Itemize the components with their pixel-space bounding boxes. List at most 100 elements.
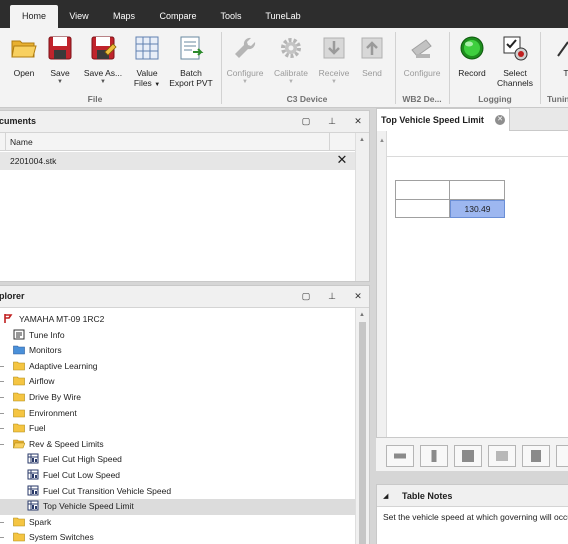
tree-item[interactable]: Top Vehicle Speed Limit: [0, 499, 355, 515]
tree-item[interactable]: Environment: [0, 406, 355, 422]
scroll-up-icon[interactable]: ▲: [377, 131, 387, 151]
tree-item-label: System Switches: [29, 532, 94, 543]
value-files-button[interactable]: Value Files ▼: [128, 32, 166, 92]
group-label-tuning: Tunin: [547, 94, 568, 104]
record-button[interactable]: Record: [452, 32, 492, 92]
tree-item[interactable]: Airflow: [0, 374, 355, 390]
tree-item-label: Fuel Cut High Speed: [43, 454, 122, 465]
tree-item[interactable]: Fuel Cut High Speed: [0, 452, 355, 468]
more-button[interactable]: [556, 445, 568, 467]
group-label-wb2: WB2 De...: [402, 94, 442, 104]
import-button[interactable]: [522, 445, 550, 467]
table-value-cell[interactable]: 130.49: [450, 200, 505, 218]
tree-item[interactable]: Drive By Wire: [0, 390, 355, 406]
editor-tab-strip: Top Vehicle Speed Limit ✕: [376, 108, 568, 131]
batch-export-pvt-button[interactable]: Batch Export PVT: [168, 32, 214, 92]
restore-icon[interactable]: ▢: [299, 289, 313, 303]
tree-item-label: Tune Info: [29, 329, 65, 340]
group-separator: [449, 32, 450, 104]
save-label: Save: [50, 68, 70, 78]
tree-item[interactable]: Fuel Cut Low Speed: [0, 468, 355, 484]
editor-toolbar: [376, 437, 568, 471]
group-separator: [395, 32, 396, 104]
folder-icon: [13, 360, 25, 371]
group-separator: [540, 32, 541, 104]
ribbon: Open Save ▼ Save As... ▼ Value Files ▼ B…: [0, 28, 568, 108]
wb2-configure-button[interactable]: Configure: [400, 32, 444, 92]
tree-item[interactable]: System Switches: [0, 530, 355, 544]
save-button[interactable]: Save ▼: [40, 32, 80, 92]
scroll-thumb[interactable]: [359, 322, 366, 544]
tree-item[interactable]: Fuel Cut Transition Vehicle Speed: [0, 484, 355, 500]
floppy-disk-icon: [48, 36, 72, 60]
table-icon: [27, 469, 39, 480]
tree-connector: [0, 412, 4, 414]
document-row[interactable]: 2201004.stk ✕: [0, 152, 369, 170]
tree-item-label: Fuel Cut Low Speed: [43, 470, 121, 480]
calibrate-button[interactable]: Calibrate ▼: [270, 32, 312, 92]
chevron-down-icon: ▼: [288, 79, 294, 85]
tree-item[interactable]: Tune Info: [0, 328, 355, 344]
folder-blue-icon: [13, 344, 25, 355]
tree-connector: [0, 443, 4, 445]
pin-icon[interactable]: ⊥: [325, 289, 339, 303]
tab-compare[interactable]: Compare: [153, 5, 203, 28]
tree-item[interactable]: Rev & Speed Limits: [0, 437, 355, 453]
tree-item[interactable]: YAMAHA MT-09 1RC2: [0, 312, 355, 328]
table-row-header-cell: [396, 200, 450, 218]
folder-icon: [13, 375, 25, 386]
smooth-button[interactable]: [488, 445, 516, 467]
tab-view[interactable]: View: [60, 5, 98, 28]
open-button[interactable]: Open: [4, 32, 44, 92]
tab-tools[interactable]: Tools: [211, 5, 251, 28]
column-name-header[interactable]: Name: [10, 137, 33, 147]
wrench-icon: [235, 37, 256, 58]
tree-item-label: Rev & Speed Limits: [29, 438, 104, 449]
restore-icon[interactable]: ▢: [299, 114, 313, 128]
close-tab-icon[interactable]: ✕: [495, 115, 505, 125]
close-document-icon[interactable]: ✕: [335, 153, 349, 167]
receive-button[interactable]: Receive ▼: [314, 32, 354, 92]
tuning-button-partial[interactable]: T: [556, 32, 568, 92]
group-separator: [221, 32, 222, 104]
save-as-button[interactable]: Save As... ▼: [82, 32, 124, 92]
editor-top-bar: [387, 131, 568, 157]
documents-panel: cuments ▢ ⊥ ✕ Name 2201004.stk ✕ ▲: [0, 110, 370, 282]
folder-icon: [13, 516, 25, 527]
folder-open-icon: [11, 40, 37, 58]
tree-connector: [0, 381, 4, 383]
tree-connector: [0, 428, 4, 430]
scroll-up-icon[interactable]: ▲: [359, 137, 365, 143]
tab-maps[interactable]: Maps: [104, 5, 144, 28]
select-channels-button[interactable]: Select Channels: [494, 32, 536, 92]
close-icon[interactable]: ✕: [351, 114, 365, 128]
table-icon: [27, 500, 39, 511]
tab-tunelab[interactable]: TuneLab: [258, 5, 308, 28]
tree-item[interactable]: Adaptive Learning: [0, 359, 355, 375]
collapse-caret-icon[interactable]: ◢: [383, 492, 388, 500]
explorer-scrollbar[interactable]: ▲: [355, 308, 369, 544]
table-notes-header[interactable]: ◢ Table Notes: [377, 485, 568, 507]
folder-open-icon: [13, 438, 26, 449]
editor-vertical-scrollbar[interactable]: ▲: [377, 131, 387, 466]
documents-scrollbar[interactable]: ▲: [355, 133, 369, 281]
send-button[interactable]: Send: [354, 32, 390, 92]
tree-item[interactable]: Monitors: [0, 343, 355, 359]
flatten-vertical-button[interactable]: [420, 445, 448, 467]
group-label-logging: Logging: [478, 94, 512, 104]
table-notes-text: Set the vehicle speed at which governing…: [383, 512, 568, 522]
table-notes-panel: ◢ Table Notes Set the vehicle speed at w…: [376, 484, 568, 544]
pin-icon[interactable]: ⊥: [325, 114, 339, 128]
scroll-up-icon[interactable]: ▲: [359, 312, 365, 318]
interpolate-button[interactable]: [454, 445, 482, 467]
tree-item[interactable]: Spark: [0, 515, 355, 531]
folder-icon: [13, 407, 25, 418]
batch-export-label: Batch Export PVT: [169, 68, 213, 88]
flatten-horizontal-button[interactable]: [386, 445, 414, 467]
tree-item[interactable]: Fuel: [0, 421, 355, 437]
close-icon[interactable]: ✕: [351, 289, 365, 303]
tab-top-vehicle-speed-limit[interactable]: Top Vehicle Speed Limit ✕: [376, 108, 510, 131]
table-notes-title: Table Notes: [402, 491, 453, 501]
tab-home[interactable]: Home: [10, 5, 58, 28]
c3-configure-button[interactable]: Configure ▼: [224, 32, 266, 92]
